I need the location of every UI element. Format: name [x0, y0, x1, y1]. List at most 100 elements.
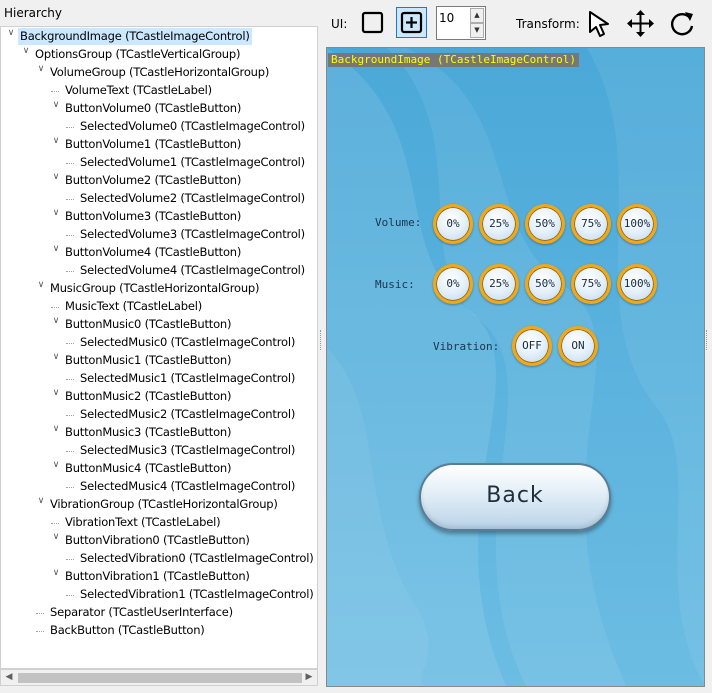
- hierarchy-node[interactable]: SelectedMusic0 (TCastleImageControl): [78, 334, 297, 351]
- square-plus-icon: [400, 11, 423, 34]
- transform-move-button[interactable]: [624, 7, 655, 38]
- expand-toggle-icon[interactable]: ∨: [50, 352, 62, 369]
- hierarchy-node[interactable]: ButtonMusic4 (TCastleButton): [63, 460, 233, 477]
- tree-connector: [36, 613, 44, 614]
- hierarchy-node[interactable]: SelectedMusic2 (TCastleImageControl): [78, 406, 297, 423]
- tree-connector: [66, 163, 74, 164]
- ui-mode-interact-button[interactable]: [357, 7, 388, 38]
- ui-mode-add-button[interactable]: [396, 7, 427, 38]
- expand-toggle-icon[interactable]: ∨: [50, 532, 62, 549]
- hierarchy-node[interactable]: SelectedMusic4 (TCastleImageControl): [78, 478, 297, 495]
- button-music-2[interactable]: 50%: [525, 264, 565, 304]
- button-music-4[interactable]: 100%: [617, 264, 657, 304]
- volume-text: Volume:: [375, 216, 422, 229]
- hierarchy-node[interactable]: BackgroundImage (TCastleImageControl): [18, 28, 252, 45]
- expand-toggle-icon[interactable]: ∨: [50, 388, 62, 405]
- hierarchy-node[interactable]: SelectedMusic3 (TCastleImageControl): [78, 442, 297, 459]
- scroll-right-icon[interactable]: ▶: [301, 670, 317, 685]
- hierarchy-node[interactable]: SelectedMusic1 (TCastleImageControl): [78, 370, 297, 387]
- hierarchy-node[interactable]: VibrationText (TCastleLabel): [63, 514, 222, 531]
- hierarchy-node[interactable]: ButtonMusic0 (TCastleButton): [63, 316, 233, 333]
- hierarchy-node[interactable]: MusicText (TCastleLabel): [63, 298, 204, 315]
- button-volume-3[interactable]: 75%: [571, 204, 611, 244]
- hierarchy-node[interactable]: VolumeText (TCastleLabel): [63, 82, 214, 99]
- hierarchy-node[interactable]: SelectedVolume3 (TCastleImageControl): [78, 226, 307, 243]
- hierarchy-node[interactable]: MusicGroup (TCastleHorizontalGroup): [48, 280, 261, 297]
- left-splitter-handle[interactable]: [320, 330, 323, 350]
- hierarchy-node[interactable]: ButtonVolume2 (TCastleButton): [63, 172, 243, 189]
- tree-connector: [51, 523, 59, 524]
- hierarchy-node[interactable]: ButtonVolume1 (TCastleButton): [63, 136, 243, 153]
- tree-connector: [66, 235, 74, 236]
- tree-connector: [66, 379, 74, 380]
- expand-toggle-icon[interactable]: ∨: [35, 280, 47, 297]
- back-button[interactable]: Back: [419, 463, 611, 531]
- button-volume-2[interactable]: 50%: [525, 204, 565, 244]
- hierarchy-node[interactable]: ButtonVibration0 (TCastleButton): [63, 532, 252, 549]
- expand-toggle-icon[interactable]: ∨: [35, 496, 47, 513]
- move-arrows-icon: [627, 10, 654, 37]
- expand-toggle-icon[interactable]: ∨: [50, 316, 62, 333]
- spin-up-icon[interactable]: ▲: [470, 8, 484, 23]
- transform-rotate-button[interactable]: [665, 7, 696, 38]
- expand-toggle-icon[interactable]: ∨: [50, 424, 62, 441]
- scroll-left-icon[interactable]: ◀: [1, 670, 17, 685]
- design-preview[interactable]: BackgroundImage (TCastleImageControl) Vo…: [326, 47, 705, 687]
- hierarchy-node[interactable]: SelectedVolume4 (TCastleImageControl): [78, 262, 307, 279]
- button-music-1[interactable]: 25%: [479, 264, 519, 304]
- hierarchy-node[interactable]: VolumeGroup (TCastleHorizontalGroup): [48, 64, 271, 81]
- expand-toggle-icon[interactable]: ∨: [20, 46, 32, 63]
- hierarchy-node[interactable]: SelectedVolume2 (TCastleImageControl): [78, 190, 307, 207]
- tree-connector: [66, 343, 74, 344]
- button-volume-4[interactable]: 100%: [617, 204, 657, 244]
- hierarchy-node[interactable]: SelectedVibration0 (TCastleImageControl): [78, 550, 316, 567]
- hierarchy-node[interactable]: BackButton (TCastleButton): [48, 622, 207, 639]
- expand-toggle-icon[interactable]: ∨: [5, 28, 17, 45]
- cursor-arrow-icon: [589, 11, 609, 37]
- transform-label: Transform:: [516, 17, 580, 31]
- rotate-icon: [671, 12, 694, 36]
- snap-value-input[interactable]: [439, 10, 469, 26]
- hierarchy-node[interactable]: OptionsGroup (TCastleVerticalGroup): [33, 46, 242, 63]
- hierarchy-horizontal-scrollbar[interactable]: ◀ ▶: [0, 669, 318, 686]
- scrollbar-thumb[interactable]: [18, 673, 302, 683]
- hierarchy-node[interactable]: ButtonMusic3 (TCastleButton): [63, 424, 233, 441]
- button-volume-1[interactable]: 25%: [479, 204, 519, 244]
- expand-toggle-icon[interactable]: ∨: [50, 208, 62, 225]
- transform-select-button[interactable]: [583, 7, 614, 38]
- hierarchy-node[interactable]: SelectedVolume0 (TCastleImageControl): [78, 118, 307, 135]
- hierarchy-node[interactable]: ButtonVolume0 (TCastleButton): [63, 100, 243, 117]
- tree-connector: [51, 307, 59, 308]
- expand-toggle-icon[interactable]: ∨: [50, 100, 62, 117]
- button-vibration-1[interactable]: ON: [558, 326, 598, 366]
- button-music-0[interactable]: 0%: [433, 264, 473, 304]
- expand-toggle-icon[interactable]: ∨: [50, 136, 62, 153]
- tree-connector: [51, 91, 59, 92]
- hierarchy-node[interactable]: ButtonVolume3 (TCastleButton): [63, 208, 243, 225]
- square-icon: [361, 11, 384, 34]
- expand-toggle-icon[interactable]: ∨: [35, 64, 47, 81]
- hierarchy-node[interactable]: SelectedVibration1 (TCastleImageControl): [78, 586, 316, 603]
- expand-toggle-icon[interactable]: ∨: [50, 568, 62, 585]
- button-vibration-0[interactable]: OFF: [512, 326, 552, 366]
- tree-connector: [66, 451, 74, 452]
- expand-toggle-icon[interactable]: ∨: [50, 460, 62, 477]
- hierarchy-node[interactable]: ButtonMusic1 (TCastleButton): [63, 352, 233, 369]
- hierarchy-node[interactable]: ButtonMusic2 (TCastleButton): [63, 388, 233, 405]
- hierarchy-node[interactable]: SelectedVolume1 (TCastleImageControl): [78, 154, 307, 171]
- button-volume-0[interactable]: 0%: [433, 204, 473, 244]
- expand-toggle-icon[interactable]: ∨: [50, 172, 62, 189]
- button-music-3[interactable]: 75%: [571, 264, 611, 304]
- snap-spin-edit[interactable]: ▲ ▼: [436, 6, 486, 40]
- tree-connector: [36, 631, 44, 632]
- music-text: Music:: [375, 278, 415, 291]
- hierarchy-node[interactable]: Separator (TCastleUserInterface): [48, 604, 235, 621]
- hierarchy-node[interactable]: VibrationGroup (TCastleHorizontalGroup): [48, 496, 280, 513]
- right-splitter-handle[interactable]: [706, 330, 709, 350]
- tree-connector: [66, 127, 74, 128]
- hierarchy-tree[interactable]: ∨ BackgroundImage (TCastleImageControl) ∨ O…: [0, 26, 318, 669]
- hierarchy-node[interactable]: ButtonVolume4 (TCastleButton): [63, 244, 243, 261]
- expand-toggle-icon[interactable]: ∨: [50, 244, 62, 261]
- spin-down-icon[interactable]: ▼: [470, 23, 484, 38]
- hierarchy-node[interactable]: ButtonVibration1 (TCastleButton): [63, 568, 252, 585]
